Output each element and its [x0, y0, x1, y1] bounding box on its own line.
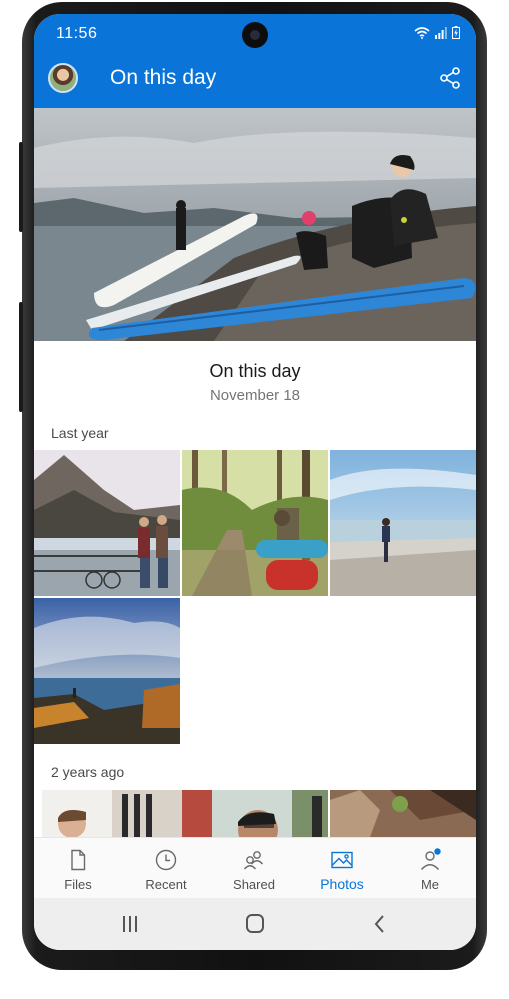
people-icon: [243, 851, 264, 870]
volume-button: [19, 142, 23, 232]
home-icon[interactable]: [235, 910, 275, 938]
tab-me[interactable]: Me: [386, 838, 474, 899]
tab-shared[interactable]: Shared: [210, 838, 298, 899]
memory-title: On this day: [209, 361, 301, 381]
person-icon: [420, 848, 441, 870]
app-bar: On this day: [34, 50, 476, 108]
screen: 11:56 On this day On this day November 1…: [34, 14, 476, 950]
page-title: On this day: [110, 66, 217, 89]
back-icon[interactable]: [360, 910, 400, 938]
tab-label: Recent: [145, 877, 187, 892]
tab-label: Photos: [320, 876, 364, 892]
tab-files[interactable]: Files: [34, 838, 122, 899]
memory-date: November 18: [209, 387, 301, 404]
photo-thumbnail[interactable]: [330, 790, 476, 837]
hero-photo[interactable]: [34, 108, 476, 341]
recents-icon[interactable]: [110, 910, 150, 938]
section-label-2-years-ago: 2 years ago: [51, 764, 125, 780]
avatar[interactable]: [48, 63, 78, 93]
file-icon: [71, 849, 86, 871]
photo-icon: [331, 851, 353, 869]
section-label-last-year: Last year: [51, 425, 109, 441]
notification-badge: [434, 848, 441, 855]
status-time: 11:56: [56, 25, 98, 42]
tab-label: Me: [420, 877, 440, 892]
tab-recent[interactable]: Recent: [122, 838, 210, 899]
photo-thumbnail[interactable]: [42, 790, 188, 837]
share-icon[interactable]: [438, 66, 462, 90]
tab-label: Files: [64, 877, 92, 892]
photo-thumbnail[interactable]: [330, 450, 476, 596]
bottom-tab-bar: Files Recent Shared Photos Me: [34, 837, 476, 899]
tab-photos[interactable]: Photos: [298, 838, 386, 899]
clock-icon: [155, 849, 177, 871]
photo-thumbnail[interactable]: [182, 450, 328, 596]
bixby-button: [19, 302, 23, 412]
front-camera: [242, 22, 268, 48]
photo-thumbnail[interactable]: [182, 790, 328, 837]
wifi-icon: [414, 27, 430, 39]
photo-thumbnail[interactable]: [34, 450, 180, 596]
tab-label: Shared: [233, 877, 275, 892]
photo-thumbnail[interactable]: [34, 598, 180, 744]
signal-icon: [435, 27, 447, 39]
status-bar: 11:56: [34, 14, 476, 50]
system-nav-bar: [34, 898, 476, 950]
battery-icon: [452, 26, 460, 39]
status-icons: [414, 26, 460, 39]
